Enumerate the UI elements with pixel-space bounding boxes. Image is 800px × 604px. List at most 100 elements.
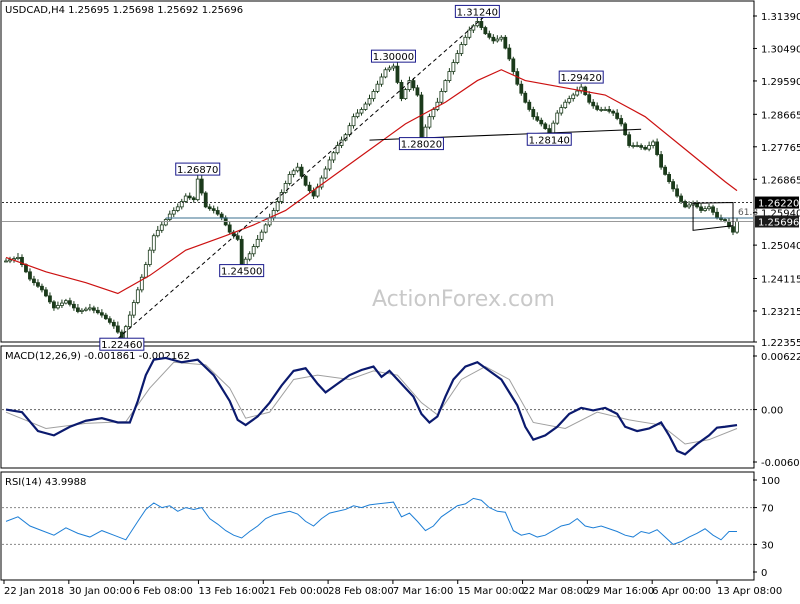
candle-body: [471, 25, 476, 31]
rsi-ytick-label: 30: [761, 540, 774, 551]
candle-body: [523, 92, 528, 103]
candle-body: [211, 208, 216, 211]
xtick-label: 6 Feb 08:00: [134, 586, 193, 597]
candle-body: [735, 221, 739, 233]
candle-body: [619, 118, 624, 125]
price-label: 1.30000: [373, 52, 414, 63]
price-ytick-label: 1.28665: [761, 110, 800, 121]
macd-ytick-label: 0.00: [761, 406, 783, 417]
candle-body: [103, 314, 108, 320]
candle-body: [707, 206, 711, 210]
candle-body: [76, 307, 80, 312]
candle-body: [559, 107, 564, 114]
candle-body: [587, 94, 592, 103]
rsi-panel-frame: [0, 471, 755, 581]
candle-body: [215, 210, 220, 215]
axis-badge-text: 1.25696: [758, 217, 799, 228]
candle-body: [359, 109, 364, 114]
price-ytick-label: 1.25040: [761, 241, 800, 252]
candle-body: [115, 325, 120, 333]
candle-body: [695, 202, 699, 208]
candle-body: [87, 307, 92, 310]
candle-body: [379, 76, 384, 85]
watermark: ActionForex.com: [372, 287, 555, 312]
candle-body: [331, 152, 336, 161]
candle-body: [219, 213, 224, 219]
candle-body: [423, 126, 428, 138]
candle-body: [663, 166, 667, 175]
candle-body: [443, 80, 448, 92]
candle-body: [563, 101, 568, 109]
candle-body: [527, 101, 532, 110]
candle-body: [28, 271, 32, 280]
xtick-label: 15 Mar 00:00: [458, 586, 525, 597]
candle-body: [491, 36, 496, 42]
chart-root: ActionForex.com USDCAD,H4 1.25695 1.2569…: [0, 0, 800, 600]
candle-body: [68, 300, 72, 305]
xtick-label: 29 Mar 16:00: [587, 586, 654, 597]
candle-body: [263, 224, 268, 233]
candle-body: [287, 173, 292, 184]
candle-body: [599, 109, 604, 111]
price-label: 1.28020: [401, 140, 442, 151]
candle-body: [259, 231, 264, 240]
candle-body: [659, 154, 664, 168]
candle-body: [191, 197, 196, 201]
candle-body: [375, 83, 380, 92]
candle-body: [711, 206, 715, 213]
price-label: 1.31240: [457, 7, 498, 18]
chart-svg: ActionForex.com USDCAD,H4 1.25695 1.2569…: [0, 0, 800, 597]
candle-body: [439, 91, 444, 103]
candle-body: [147, 249, 152, 266]
candle-body: [399, 81, 404, 100]
candle-body: [119, 331, 124, 339]
candle-body: [255, 238, 260, 247]
candle-body: [647, 145, 652, 150]
candle-body: [679, 195, 683, 202]
price-label: 1.24500: [221, 267, 262, 278]
candle-body: [507, 47, 512, 60]
candle-body: [83, 308, 88, 311]
candle-body: [411, 80, 416, 89]
candle-body: [667, 173, 671, 183]
candle-body: [651, 141, 656, 146]
candle-body: [483, 27, 488, 35]
candle-body: [603, 109, 608, 111]
candle-body: [415, 87, 420, 96]
candle-body: [639, 145, 644, 148]
candle-body: [291, 170, 296, 175]
xtick-label: 13 Feb 16:00: [198, 586, 264, 597]
candle-body: [351, 116, 356, 127]
candle-body: [163, 219, 168, 226]
xtick-label: 22 Mar 08:00: [523, 586, 590, 597]
candle-body: [56, 305, 60, 309]
xtick-label: 22 Jan 2018: [4, 586, 64, 597]
candle-body: [575, 90, 580, 96]
candle-body: [199, 178, 204, 194]
candle-body: [675, 188, 679, 197]
candle-body: [111, 321, 116, 327]
candle-body: [32, 278, 36, 284]
candle-body: [159, 224, 164, 231]
xtick-label: 13 Apr 08:00: [717, 586, 782, 597]
candle-body: [327, 159, 332, 170]
candle-body: [235, 235, 240, 240]
candle-body: [627, 134, 632, 146]
price-label: 1.26870: [177, 165, 218, 176]
candle-body: [283, 183, 288, 193]
candle-body: [371, 91, 376, 100]
macd-header: MACD(12,26,9) -0.001861 -0.002162: [5, 351, 190, 362]
candle-body: [91, 307, 96, 311]
candle-body: [367, 98, 372, 105]
candle-body: [151, 235, 156, 251]
candle-body: [99, 312, 104, 316]
candle-body: [495, 38, 500, 42]
candle-body: [635, 145, 640, 147]
candle-body: [571, 94, 576, 100]
candle-body: [531, 109, 536, 118]
price-ytick-label: 1.27765: [761, 143, 800, 154]
candle-body: [487, 33, 492, 38]
candle-body: [207, 206, 212, 210]
candle-body: [16, 256, 20, 259]
candle-body: [203, 192, 208, 208]
